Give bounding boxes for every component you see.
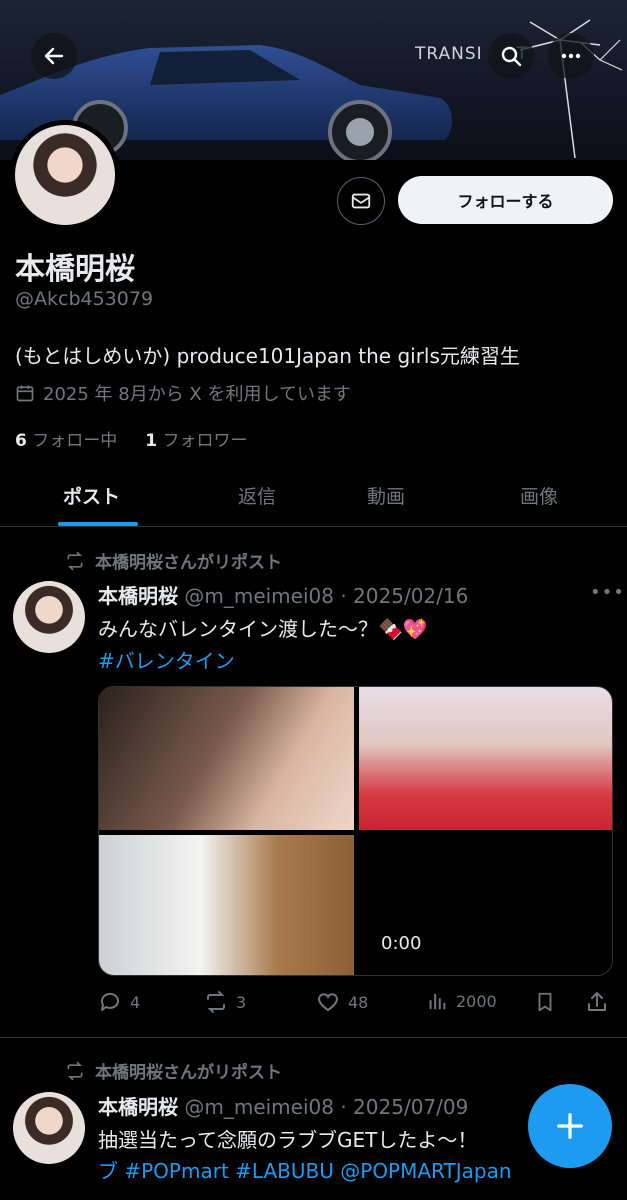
video-duration: 0:00 xyxy=(381,933,422,954)
profile-name: 本橋明桜 xyxy=(15,252,135,287)
media-video[interactable]: 0:00 xyxy=(359,835,612,975)
search-button[interactable] xyxy=(488,33,534,79)
tab-videos[interactable]: 動画 xyxy=(367,482,405,509)
tweet-avatar[interactable] xyxy=(13,1092,85,1164)
repost-label-text: 本橋明桜さんがリポスト xyxy=(95,553,282,573)
like-button[interactable]: 48 xyxy=(316,990,368,1014)
tab-images[interactable]: 画像 xyxy=(520,482,558,509)
followers-link[interactable]: 1 フォロワー xyxy=(145,426,247,451)
tab-replies[interactable]: 返信 xyxy=(238,482,276,509)
followers-label: フォロワー xyxy=(162,431,248,451)
profile-joined: 2025 年 8月から X を利用しています xyxy=(15,380,351,406)
views-icon xyxy=(429,993,446,1010)
tweet-meta: @m_meimei08 · 2025/02/16 xyxy=(184,584,469,608)
tweet-author[interactable]: 本橋明桜 xyxy=(98,584,178,608)
tweet-media-grid: 0:00 xyxy=(98,686,613,976)
tweet-header: 本橋明桜 @m_meimei08 · 2025/02/16 xyxy=(98,580,468,609)
back-button[interactable] xyxy=(31,33,77,79)
reply-button[interactable]: 4 xyxy=(98,990,140,1014)
tweet-avatar[interactable] xyxy=(13,581,85,653)
reply-icon xyxy=(100,992,119,1011)
tweet-text: 抽選当たって念願のラブブGETしたよ〜！ xyxy=(98,1128,478,1152)
follow-button[interactable]: フォローする xyxy=(398,176,613,224)
tweet-author[interactable]: 本橋明桜 xyxy=(98,1095,178,1119)
calendar-icon xyxy=(16,385,34,402)
plus-icon xyxy=(557,1113,583,1139)
bookmark-icon xyxy=(538,992,552,1012)
more-options-button[interactable] xyxy=(548,33,594,79)
media-photo-2[interactable] xyxy=(359,687,612,830)
bookmark-button[interactable] xyxy=(534,990,556,1014)
repost-button[interactable]: 3 xyxy=(204,990,246,1014)
following-link[interactable]: 6 フォロー中 xyxy=(15,426,117,451)
tweet-text: みんなバレンタイン渡した〜？🍫💖 xyxy=(98,617,428,641)
tab-posts[interactable]: ポスト xyxy=(63,482,120,509)
profile-tabs: ポスト 返信 動画 画像 xyxy=(0,470,627,527)
reply-count: 4 xyxy=(130,992,141,1012)
followers-count: 1 xyxy=(145,431,158,451)
message-button[interactable] xyxy=(337,177,385,225)
repost-count: 3 xyxy=(236,992,247,1012)
repost-icon xyxy=(67,551,83,570)
repost-label: 本橋明桜さんがリポスト xyxy=(65,1058,282,1083)
joined-text: 2025 年 8月から X を利用しています xyxy=(43,384,351,405)
tweet-hashtag[interactable]: #バレンタイン xyxy=(98,645,235,674)
share-button[interactable] xyxy=(585,990,609,1014)
media-photo-1[interactable] xyxy=(99,687,354,830)
tweet-meta: @m_meimei08 · 2025/07/09 xyxy=(184,1095,469,1119)
views-button[interactable]: 2000 xyxy=(426,990,497,1012)
active-tab-indicator xyxy=(58,522,138,526)
repost-label-text: 本橋明桜さんがリポスト xyxy=(95,1063,282,1083)
repost-label: 本橋明桜さんがリポスト xyxy=(65,548,282,573)
tweet-divider xyxy=(0,1037,627,1038)
profile-handle: @Akcb453079 xyxy=(15,288,154,310)
tweet-header: 本橋明桜 @m_meimei08 · 2025/07/09 xyxy=(98,1091,468,1120)
views-count: 2000 xyxy=(456,991,497,1011)
profile-bio: (もとはしめいか) produce101Japan the girls元練習生 xyxy=(15,344,520,368)
repost-icon xyxy=(207,991,225,1013)
tweet-more-button[interactable]: ••• xyxy=(590,582,625,603)
more-icon xyxy=(561,53,581,59)
share-icon xyxy=(588,992,606,1011)
back-arrow-icon xyxy=(44,47,64,65)
follow-counts: 6 フォロー中 1 フォロワー xyxy=(15,426,248,451)
media-photo-3[interactable] xyxy=(99,835,354,975)
like-icon xyxy=(318,993,338,1012)
following-count: 6 xyxy=(15,431,27,451)
repost-icon xyxy=(67,1061,83,1080)
profile-avatar[interactable] xyxy=(10,120,120,230)
tweet-actions: 4 3 48 2000 xyxy=(98,990,613,1018)
search-icon xyxy=(501,46,522,67)
compose-button[interactable] xyxy=(528,1084,612,1168)
mail-icon xyxy=(351,193,371,209)
following-label: フォロー中 xyxy=(32,431,118,451)
tweet-hashtags[interactable]: ブ #POPmart #LABUBU @POPMARTJapan xyxy=(98,1155,512,1184)
like-count: 48 xyxy=(348,992,369,1012)
